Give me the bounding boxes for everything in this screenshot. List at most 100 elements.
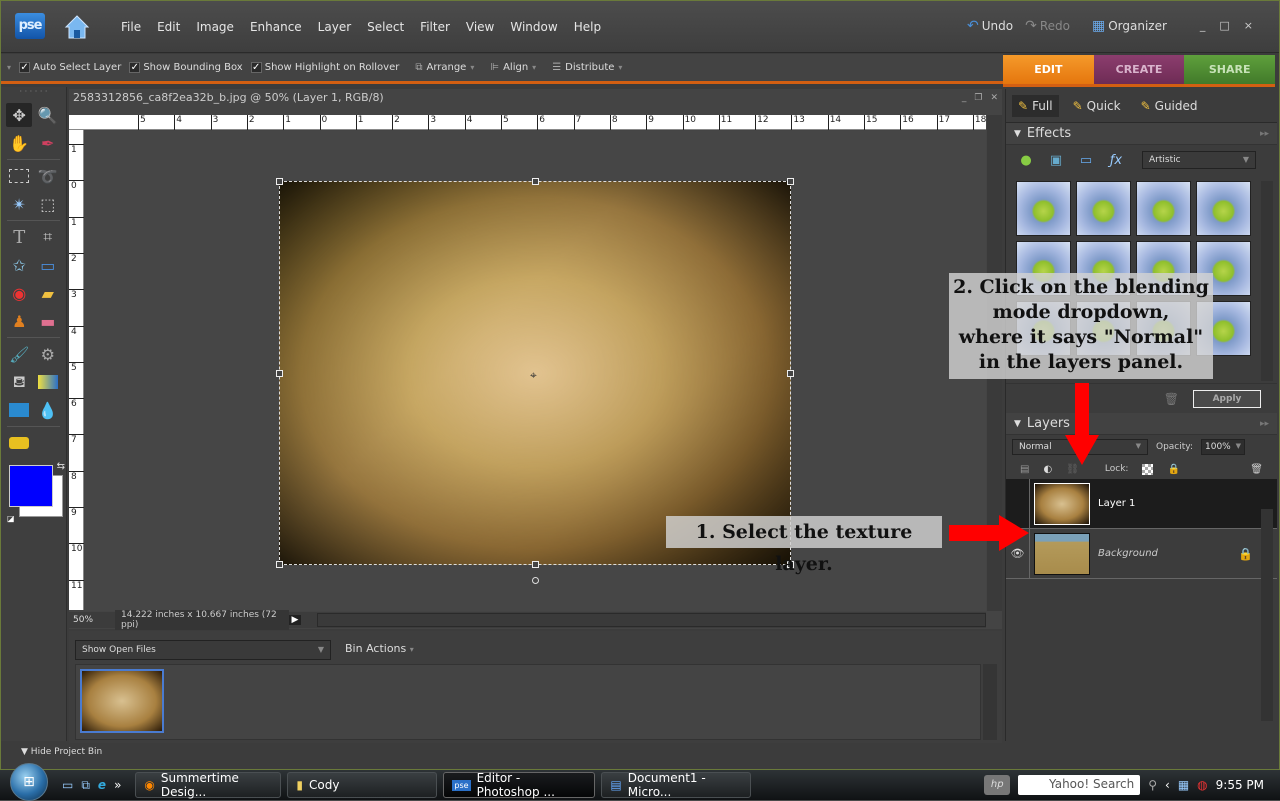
rotate-handle[interactable] (532, 577, 539, 584)
marquee-tool[interactable] (6, 164, 32, 188)
link-layers-icon[interactable]: ⛓ (1066, 464, 1079, 475)
show-open-files-select[interactable]: Show Open Files ▼ (75, 640, 331, 660)
menu-image[interactable]: Image (188, 19, 242, 35)
transform-handle-mr[interactable] (787, 370, 794, 377)
cookie-cutter-tool[interactable]: ✩ (6, 253, 32, 277)
filters-icon[interactable]: ● (1016, 151, 1036, 169)
menu-filter[interactable]: Filter (412, 19, 458, 35)
show-desktop-icon[interactable]: ▭ (62, 778, 73, 793)
taskbar-item-firefox[interactable]: ◉ Summertime Desig... (135, 771, 282, 799)
move-tool[interactable]: ✥ (6, 103, 33, 127)
open-file-thumbnail[interactable] (80, 669, 164, 733)
close-button[interactable]: × (1244, 19, 1253, 32)
search-icon[interactable]: ⚲ (1148, 778, 1157, 792)
shape-tool[interactable] (6, 398, 32, 422)
internet-explorer-icon[interactable]: e (98, 778, 106, 793)
network-icon[interactable]: ▦ (1178, 778, 1189, 792)
sponge-tool[interactable] (6, 431, 32, 455)
layer-row-layer-1[interactable]: Layer 1 (1006, 479, 1277, 529)
menu-edit[interactable]: Edit (149, 19, 188, 35)
adjustment-layer-icon[interactable]: ◐ (1043, 464, 1052, 475)
red-eye-tool[interactable]: ◉ (6, 281, 32, 305)
zoom-level[interactable]: 50% (69, 615, 115, 625)
hide-project-bin-toggle[interactable]: ▼ Hide Project Bin (1, 743, 1279, 763)
lock-transparency-icon[interactable] (1142, 463, 1154, 475)
home-button[interactable] (63, 13, 91, 41)
bin-actions-menu[interactable]: Bin Actions ▾ (345, 642, 414, 655)
align-dropdown[interactable]: ⊫ Align ▾ (490, 62, 536, 73)
paint-bucket-tool[interactable]: ⛾ (6, 370, 32, 394)
maximize-button[interactable]: □ (1219, 19, 1229, 32)
status-menu-arrow-icon[interactable]: ▶ (289, 615, 301, 625)
transform-handle-bc[interactable] (532, 561, 539, 568)
options-menu-caret-icon[interactable]: ▾ (7, 63, 11, 72)
minimize-button[interactable]: _ (1200, 19, 1206, 32)
clock[interactable]: 9:55 PM (1216, 778, 1264, 792)
auto-select-layer-checkbox[interactable]: ✓ Auto Select Layer (19, 62, 121, 73)
show-highlight-checkbox[interactable]: ✓ Show Highlight on Rollover (250, 62, 399, 73)
undo-button[interactable]: ↶ Undo (967, 18, 1013, 34)
layer-styles-icon[interactable]: ▣ (1046, 151, 1066, 169)
tab-share[interactable]: SHARE (1184, 55, 1276, 84)
effect-thumbnail[interactable] (1076, 181, 1131, 236)
yahoo-search-input[interactable]: Yahoo! Search (1018, 775, 1141, 795)
effect-thumbnail[interactable] (1016, 181, 1071, 236)
lasso-tool[interactable]: ➰ (35, 164, 61, 188)
delete-layer-icon[interactable]: 🗑 (1250, 464, 1263, 475)
effects-category-select[interactable]: Artistic ▼ (1142, 151, 1256, 169)
photo-effects-icon[interactable]: ▭ (1076, 151, 1096, 169)
brush-tool[interactable]: 🖌 (6, 342, 32, 366)
clone-stamp-tool[interactable]: ♟ (6, 309, 32, 333)
zoom-tool[interactable]: 🔍 (35, 103, 61, 127)
apply-button[interactable]: Apply (1193, 389, 1261, 408)
taskbar-item-cody-folder[interactable]: ▮ Cody (287, 772, 438, 798)
tray-expand-icon[interactable]: ‹ (1165, 778, 1170, 792)
eraser-tool[interactable]: ▬ (35, 309, 61, 333)
redo-button[interactable]: ↷ Redo (1025, 18, 1070, 34)
tab-create[interactable]: CREATE (1093, 55, 1185, 84)
menu-layer[interactable]: Layer (310, 19, 359, 35)
hand-tool[interactable]: ✋ (6, 131, 32, 155)
hp-logo[interactable]: hp (984, 775, 1011, 795)
effect-thumbnail[interactable] (1136, 181, 1191, 236)
transform-handle-tc[interactable] (532, 178, 539, 185)
layers-scrollbar[interactable] (1261, 509, 1273, 721)
doc-close-button[interactable]: ✕ (990, 93, 998, 103)
layers-panel-header[interactable]: ▼ Layers ▸▸ (1006, 413, 1277, 435)
tab-edit[interactable]: EDIT (1003, 55, 1094, 84)
distribute-dropdown[interactable]: ☰ Distribute ▾ (552, 62, 622, 73)
swap-colors-icon[interactable]: ⇆ (57, 461, 65, 472)
subtab-guided[interactable]: ✎ Guided (1135, 95, 1204, 117)
toolbox-grip[interactable]: · · · · · · (1, 87, 66, 101)
subtab-quick[interactable]: ✎ Quick (1067, 95, 1127, 117)
texture-image-layer[interactable]: ⌖ (276, 178, 794, 584)
magic-wand-tool[interactable]: ✴ (6, 192, 32, 216)
transform-handle-ml[interactable] (276, 370, 283, 377)
arrange-dropdown[interactable]: ⧉ Arrange ▾ (415, 62, 474, 73)
trash-icon[interactable]: 🗑 (1164, 392, 1179, 406)
blur-tool[interactable]: 💧 (35, 398, 61, 422)
effects-panel-header[interactable]: ▼ Effects ▸▸ (1006, 123, 1277, 145)
menu-file[interactable]: File (113, 19, 149, 35)
subtab-full[interactable]: ✎ Full (1012, 94, 1059, 117)
show-bounding-box-checkbox[interactable]: ✓ Show Bounding Box (129, 62, 243, 73)
organizer-button[interactable]: ▦ Organizer (1092, 18, 1167, 34)
foreground-color-swatch[interactable] (9, 465, 53, 507)
effects-scrollbar[interactable] (1261, 181, 1273, 381)
quick-selection-tool[interactable]: ⬚ (35, 192, 61, 216)
smart-brush-tool[interactable]: ⚙ (35, 342, 61, 366)
transform-handle-tl[interactable] (276, 178, 283, 185)
spot-healing-tool[interactable]: ▰ (35, 281, 61, 305)
new-layer-icon[interactable]: ▤ (1020, 464, 1029, 475)
transform-handle-tr[interactable] (787, 178, 794, 185)
opacity-input[interactable]: 100% ▼ (1201, 439, 1245, 455)
bin-scrollbar[interactable] (983, 664, 997, 740)
lock-all-icon[interactable]: 🔒 (1167, 464, 1179, 475)
transform-handle-bl[interactable] (276, 561, 283, 568)
antivirus-icon[interactable]: ◍ (1197, 778, 1207, 792)
panel-menu-icon[interactable]: ▸▸ (1260, 419, 1269, 429)
layer-row-background[interactable]: 👁 Background 🔒 (1006, 529, 1277, 579)
gradient-tool[interactable] (35, 370, 61, 394)
quick-launch-more-icon[interactable]: » (114, 778, 121, 793)
effect-thumbnail[interactable] (1196, 181, 1251, 236)
